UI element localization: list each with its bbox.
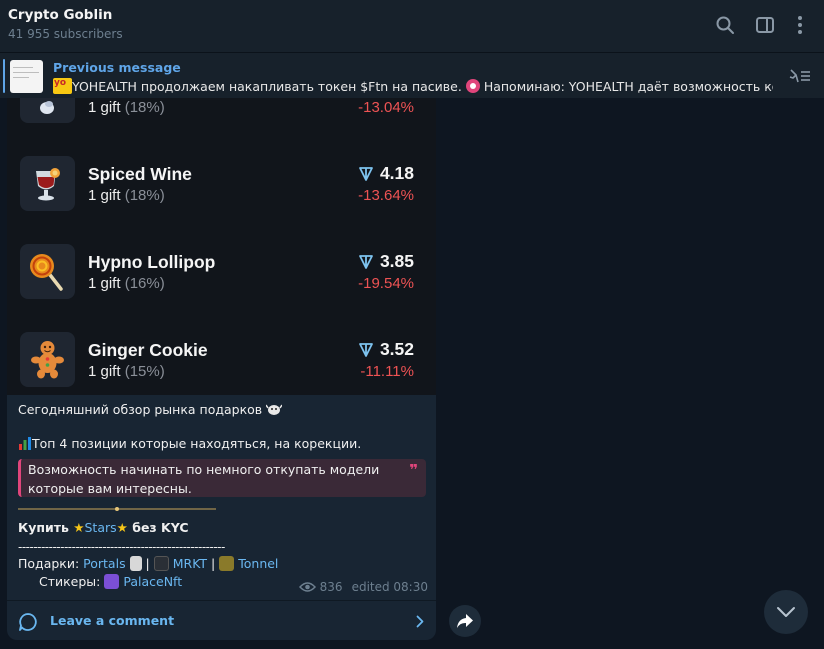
bar-chart-emoji-icon xyxy=(19,437,31,450)
palace-emoji-icon xyxy=(104,574,120,589)
channel-header[interactable]: Crypto Goblin 41 955 subscribers xyxy=(0,0,824,52)
leave-comment-label: Leave a comment xyxy=(50,613,175,628)
hypno-lollipop-icon xyxy=(30,254,63,291)
share-button[interactable] xyxy=(449,605,481,637)
gift-row: Ginger Cookie 1 gift (15%) 3.52 -11.11% xyxy=(7,332,436,388)
tonnel-emoji-icon xyxy=(219,556,235,571)
scroll-down-button[interactable] xyxy=(764,590,808,634)
gift-name: Hypno Lollipop xyxy=(88,252,216,272)
leave-comment-button[interactable]: Leave a comment xyxy=(7,600,436,640)
chevron-down-icon xyxy=(777,607,795,617)
gift-count: 1 gift (16%) xyxy=(88,275,165,292)
gift-tile xyxy=(20,244,75,299)
gift-row: Spiced Wine 1 gift (18%) 4.18 -13.64% xyxy=(7,156,436,212)
yohealth-logo-icon xyxy=(465,79,480,93)
ginger-cookie-icon xyxy=(31,341,64,379)
gift-change: -11.11% xyxy=(360,363,414,380)
spiced-wine-icon xyxy=(36,168,60,201)
partial-gift-icon xyxy=(40,101,54,114)
ton-icon xyxy=(359,166,373,181)
pinned-label: Previous message xyxy=(53,60,181,75)
gifts-links-line: Подарки: Portals | MRKT | Tonnel xyxy=(18,556,279,571)
gift-name: Spiced Wine xyxy=(88,164,192,184)
pinned-accent-line xyxy=(3,59,5,93)
mrkt-link[interactable]: MRKT xyxy=(173,556,207,571)
ton-icon xyxy=(359,254,373,269)
share-arrow-icon xyxy=(457,614,473,628)
star-emoji-icon: ★ xyxy=(116,520,128,535)
more-menu-icon[interactable] xyxy=(788,13,812,37)
quote-line-1: Возможность начинать по немного откупать… xyxy=(28,462,380,477)
stickers-line: Стикеры: PalaceNft xyxy=(39,574,183,589)
search-icon[interactable] xyxy=(713,13,737,37)
quote-block: Возможность начинать по немного откупать… xyxy=(18,459,426,497)
gift-count: 1 gift (18%) xyxy=(88,99,165,116)
yohealth-badge-icon: yo xyxy=(53,78,72,94)
gift-row: 1 gift (18%) -13.04% xyxy=(7,98,436,124)
goblin-emoji-icon xyxy=(265,404,283,415)
gift-price: 4.18 xyxy=(358,163,414,184)
pinned-thumbnail xyxy=(10,60,43,93)
pinned-text-part1: YOHEALTH продолжаем накапливать токен $F… xyxy=(72,79,462,94)
gift-count: 1 gift (18%) xyxy=(88,187,165,204)
gift-market-image[interactable]: 1 gift (18%) -13.04% Spiced Wine 1 gift … xyxy=(7,98,436,395)
post-meta: 836 edited 08:30 xyxy=(298,580,428,594)
gift-price: 3.85 xyxy=(358,251,414,272)
gift-tile xyxy=(20,332,75,387)
portals-link[interactable]: Portals xyxy=(83,556,125,571)
channel-post: 1 gift (18%) -13.04% Spiced Wine 1 gift … xyxy=(7,98,436,640)
gift-tile xyxy=(20,98,75,123)
eye-icon xyxy=(298,582,316,592)
subscriber-count: 41 955 subscribers xyxy=(8,27,123,41)
quote-mark-icon: ❞ xyxy=(409,461,418,479)
palacenft-link[interactable]: PalaceNft xyxy=(123,574,182,589)
tonnel-link[interactable]: Tonnel xyxy=(238,556,278,571)
gift-change: -13.64% xyxy=(358,187,414,204)
buy-stars-line: Купить ★Stars★ без KYC xyxy=(18,520,189,535)
gift-price: 3.52 xyxy=(358,339,414,360)
gift-tile xyxy=(20,156,75,211)
ton-icon xyxy=(359,342,373,357)
gift-name: Ginger Cookie xyxy=(88,340,208,360)
gift-change: -13.04% xyxy=(358,99,414,116)
quote-line-2: которые вам интересны. xyxy=(28,481,192,496)
dashed-separator: ----------------------------------------… xyxy=(18,540,225,554)
post-line-1: Сегодняшний обзор рынка подарков xyxy=(18,401,283,419)
portals-emoji-icon xyxy=(129,556,142,571)
pinned-preview-text: yo YOHEALTH продолжаем накапливать токен … xyxy=(53,78,773,94)
ornament-divider xyxy=(18,507,216,511)
pinned-text-part2: Напоминаю: YOHEALTH даёт возможность ко.… xyxy=(483,79,773,94)
post-line-2: Топ 4 позиции которые находяться, на кор… xyxy=(18,435,361,453)
view-count: 836 xyxy=(319,580,343,594)
pinned-message-bar[interactable]: Previous message yo YOHEALTH продолжаем н… xyxy=(0,52,824,98)
mrkt-emoji-icon xyxy=(153,556,169,571)
chevron-right-icon xyxy=(416,615,424,628)
channel-title[interactable]: Crypto Goblin xyxy=(8,7,112,23)
edited-time: edited 08:30 xyxy=(351,580,428,594)
gift-row: Hypno Lollipop 1 gift (16%) 3.85 -19.54% xyxy=(7,244,436,300)
star-emoji-icon: ★ xyxy=(73,520,85,535)
stars-link[interactable]: Stars xyxy=(84,520,116,535)
comment-bubble-icon xyxy=(19,613,37,631)
gift-count: 1 gift (15%) xyxy=(88,363,165,380)
gift-change: -19.54% xyxy=(358,275,414,292)
sidebar-toggle-icon[interactable] xyxy=(753,13,777,37)
pinned-list-icon[interactable] xyxy=(786,66,812,86)
